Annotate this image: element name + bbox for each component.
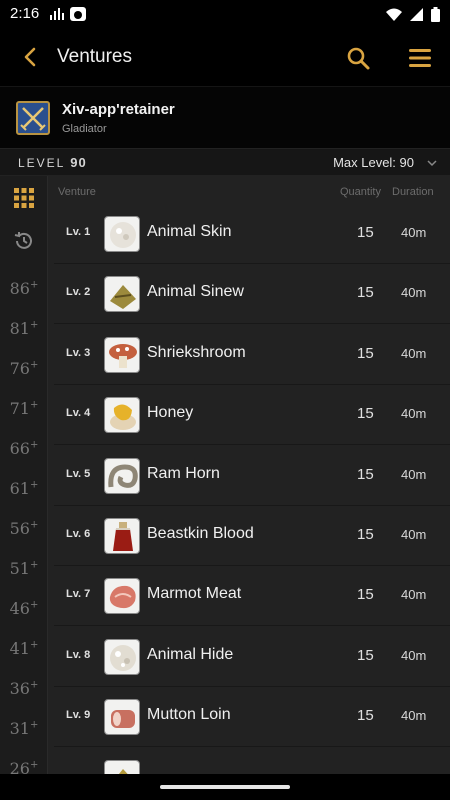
sidebar-level-range[interactable]: 86+ — [0, 279, 48, 298]
app-notification-icon — [70, 7, 86, 21]
venture-name: Mutton Loin — [147, 706, 231, 724]
chevron-down-icon[interactable] — [426, 157, 438, 169]
venture-row[interactable]: Lv. 6 Beastkin Blood 15 40m — [54, 506, 450, 566]
sidebar-level-range[interactable]: 76+ — [0, 359, 48, 378]
sidebar-level-range[interactable]: 71+ — [0, 399, 48, 418]
app-bar: Ventures — [0, 28, 450, 86]
animal-hide-icon — [104, 638, 140, 675]
column-duration: Duration — [392, 186, 434, 198]
venture-name: Beastkin Blood — [147, 525, 254, 542]
venture-quantity: 15 — [357, 284, 374, 302]
home-indicator[interactable] — [160, 785, 290, 789]
venture-row[interactable]: Lv. 5 Ram Horn 15 40m — [54, 446, 450, 506]
venture-quantity: 15 — [357, 526, 374, 543]
venture-name: Animal Skin — [147, 223, 232, 240]
venture-duration: 40m — [401, 466, 427, 482]
page-title: Ventures — [57, 46, 132, 67]
venture-row[interactable] — [54, 748, 450, 774]
animal-sinew-icon — [104, 276, 140, 313]
back-arrow-icon[interactable] — [18, 44, 44, 70]
partial-item-icon — [104, 759, 140, 774]
venture-quantity: 15 — [357, 405, 374, 423]
retainer-class: Gladiator — [62, 123, 107, 135]
gesture-nav-bar — [0, 774, 450, 800]
mutton-loin-icon — [104, 699, 140, 736]
level-range-sidebar: 86+ 81+ 76+ 71+ 66+ 61+ 56+ 51+ 46+ 41+ 36+ 31+ 26+ — [0, 176, 48, 778]
retainer-name: Xiv-app'retainer — [62, 101, 175, 118]
sidebar-level-range[interactable]: 61+ — [0, 479, 48, 498]
grid-view-icon[interactable] — [13, 187, 35, 209]
venture-level: Lv. 4 — [66, 407, 91, 420]
signal-bars-icon — [50, 8, 64, 20]
venture-name: Marmot Meat — [147, 585, 242, 603]
venture-level: Lv. 5 — [66, 467, 91, 480]
status-bar: 2:16 — [0, 0, 450, 28]
venture-level: Lv. 9 — [66, 709, 91, 722]
venture-name: Ram Horn — [147, 464, 220, 482]
sidebar-level-range[interactable]: 31+ — [0, 719, 48, 738]
venture-level: Lv. 1 — [66, 226, 91, 238]
beastkin-blood-icon — [104, 518, 140, 554]
venture-list: Venture Quantity Duration Lv. 1 Animal Sk… — [48, 176, 450, 774]
venture-quantity: 15 — [357, 586, 374, 604]
menu-icon[interactable] — [406, 44, 434, 72]
venture-level: Lv. 8 — [66, 648, 91, 661]
max-level-selector[interactable]: Max Level: 90 — [333, 155, 414, 170]
retainer-header[interactable]: Xiv-app'retainer Gladiator — [0, 86, 450, 148]
venture-duration: 40m — [401, 527, 427, 542]
venture-row[interactable]: Lv. 7 Marmot Meat 15 40m — [54, 566, 450, 627]
venture-duration: 40m — [401, 708, 427, 724]
venture-quantity: 15 — [357, 344, 374, 362]
venture-quantity: 15 — [357, 707, 374, 725]
animal-skin-icon — [104, 216, 140, 252]
marmot-meat-icon — [104, 578, 140, 615]
sidebar-level-range[interactable]: 81+ — [0, 319, 48, 338]
venture-name: Animal Hide — [147, 645, 234, 663]
battery-icon — [431, 7, 440, 22]
cell-signal-icon — [410, 8, 423, 21]
sidebar-level-range[interactable]: 46+ — [0, 599, 48, 618]
level-bar: LEVEL 90 Max Level: 90 — [0, 148, 450, 176]
venture-row[interactable]: Lv. 1 Animal Skin 15 40m — [54, 204, 450, 264]
sidebar-level-range[interactable]: 56+ — [0, 519, 48, 538]
sidebar-level-range[interactable]: 41+ — [0, 639, 48, 658]
venture-duration: 40m — [401, 587, 427, 603]
venture-level: Lv. 6 — [66, 528, 91, 540]
venture-name: Honey — [147, 404, 194, 422]
venture-quantity: 15 — [357, 465, 374, 483]
venture-level: Lv. 3 — [66, 346, 91, 359]
status-time: 2:16 — [10, 5, 40, 22]
column-quantity: Quantity — [340, 186, 381, 198]
venture-row[interactable]: Lv. 4 Honey 15 40m — [54, 385, 450, 446]
venture-name: Shriekshroom — [147, 343, 246, 361]
venture-row[interactable]: Lv. 2 Animal Sinew 15 40m — [54, 264, 450, 325]
sidebar-level-range[interactable]: 36+ — [0, 679, 48, 698]
venture-duration: 40m — [401, 225, 427, 240]
search-icon[interactable] — [344, 44, 372, 72]
venture-duration: 40m — [401, 647, 427, 663]
venture-row[interactable]: Lv. 8 Animal Hide 15 40m — [54, 627, 450, 687]
venture-level: Lv. 2 — [66, 286, 91, 299]
sidebar-level-range[interactable]: 66+ — [0, 439, 48, 458]
venture-name: Animal Sinew — [147, 283, 244, 301]
sidebar-level-range[interactable]: 51+ — [0, 559, 48, 578]
wifi-icon — [386, 8, 402, 21]
venture-duration: 40m — [401, 406, 427, 422]
gladiator-class-icon — [16, 101, 50, 135]
venture-row[interactable]: Lv. 9 Mutton Loin 15 40m — [54, 687, 450, 748]
venture-row[interactable]: Lv. 3 Shriekshroom 15 40m — [54, 325, 450, 385]
venture-quantity: 15 — [357, 646, 374, 664]
venture-quantity: 15 — [357, 224, 374, 241]
level-indicator: LEVEL 90 — [18, 155, 87, 170]
ram-horn-icon — [104, 457, 140, 494]
honey-icon — [104, 397, 140, 434]
column-venture: Venture — [58, 186, 96, 198]
venture-level: Lv. 7 — [66, 588, 91, 601]
shriekshroom-icon — [104, 336, 140, 373]
venture-duration: 40m — [401, 285, 427, 301]
venture-duration: 40m — [401, 345, 427, 361]
history-icon[interactable] — [12, 229, 36, 253]
